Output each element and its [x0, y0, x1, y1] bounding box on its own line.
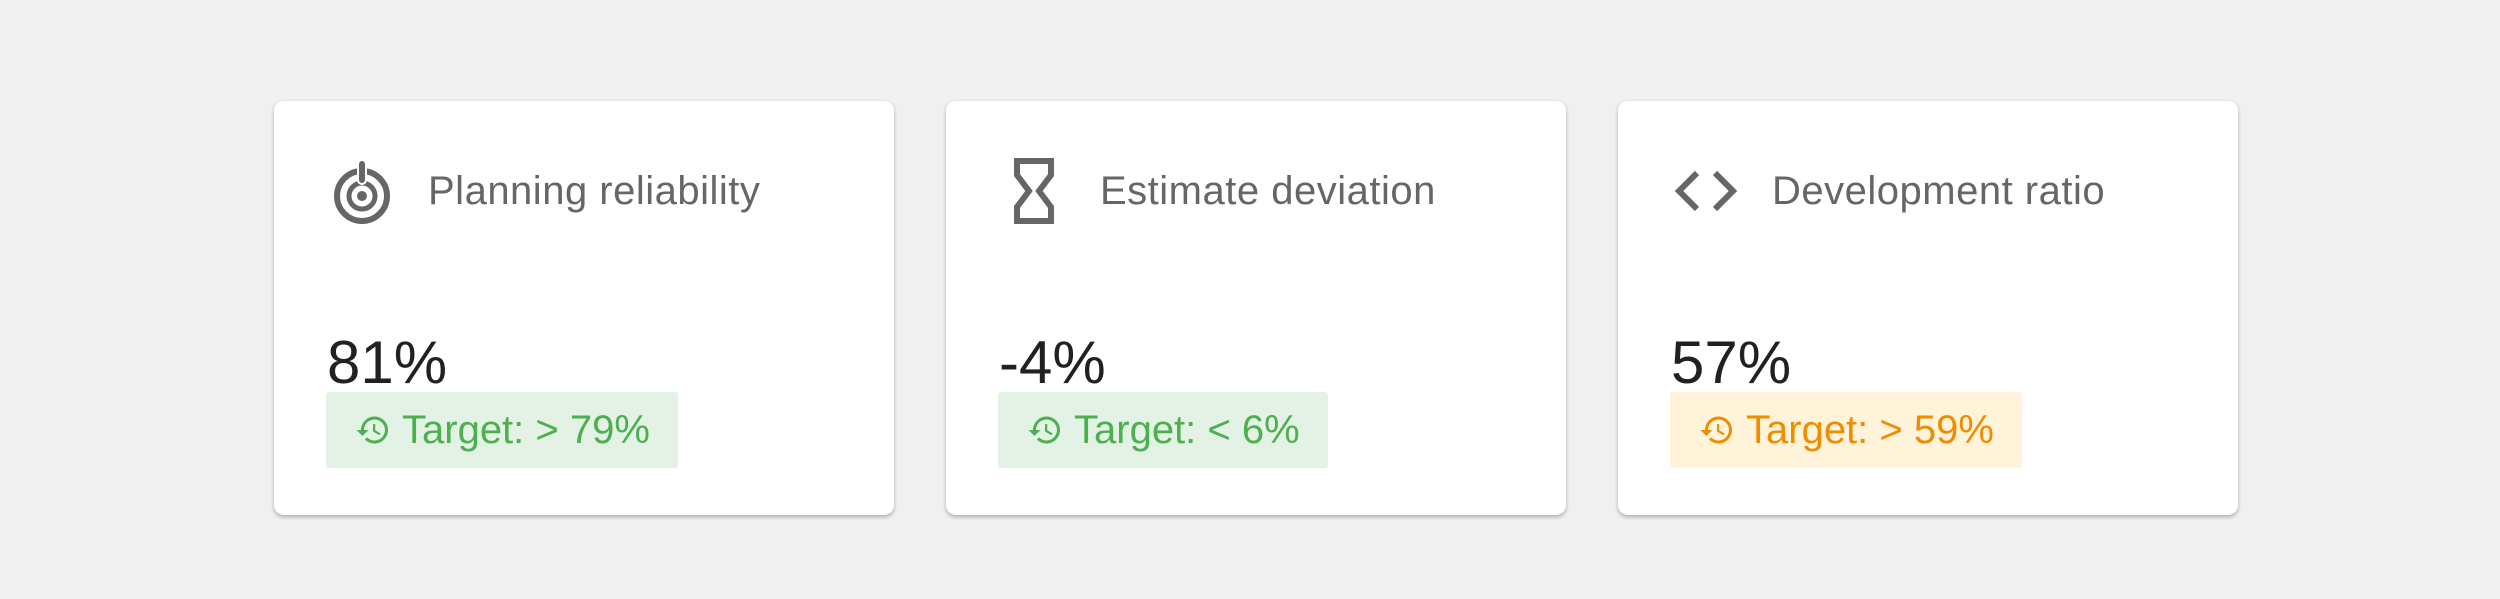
code-icon — [1670, 155, 1742, 227]
target-label: Target: < 6% — [1074, 407, 1300, 452]
hourglass-icon — [998, 155, 1070, 227]
target-label: Target: > 59% — [1746, 407, 1994, 452]
history-icon — [354, 411, 392, 449]
target-label: Target: > 79% — [402, 407, 650, 452]
target-badge: Target: > 79% — [326, 392, 678, 468]
card-title: Estimate deviation — [1100, 168, 1436, 213]
history-icon — [1026, 411, 1064, 449]
card-title: Development ratio — [1772, 168, 2106, 213]
card-header: Planning reliability — [326, 149, 760, 233]
card-header: Estimate deviation — [998, 149, 1436, 233]
card-value: -4% — [999, 329, 1106, 396]
target-badge: Target: < 6% — [998, 392, 1328, 468]
kpi-card-development-ratio: Development ratio 57% Target: > 59% — [1618, 101, 2238, 515]
card-title: Planning reliability — [428, 168, 761, 213]
target-icon — [326, 155, 398, 227]
kpi-card-planning-reliability: Planning reliability 81% Target: > 79% — [274, 101, 894, 515]
history-icon — [1698, 411, 1736, 449]
target-badge: Target: > 59% — [1670, 392, 2022, 468]
card-value: 57% — [1671, 329, 1792, 396]
card-header: Development ratio — [1670, 149, 2105, 233]
kpi-card-row: Planning reliability 81% Target: > 79% E… — [274, 101, 2238, 515]
kpi-card-estimate-deviation: Estimate deviation -4% Target: < 6% — [946, 101, 1566, 515]
card-value: 81% — [327, 329, 448, 396]
